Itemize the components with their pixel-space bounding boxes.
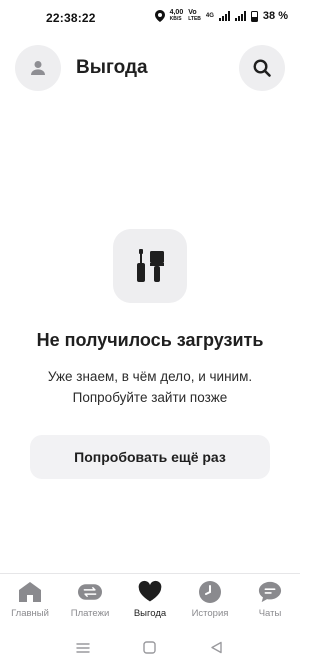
tab-history[interactable]: История [180,574,240,625]
search-button[interactable] [239,45,285,91]
recents-button[interactable] [73,640,93,656]
error-message-line-2: Попробуйте зайти позже [72,390,228,405]
location-icon [154,10,165,22]
retry-button[interactable]: Попробовать ещё раз [30,435,270,479]
signal-icon-2 [234,11,246,21]
home-nav-button[interactable] [140,640,160,656]
volte-bottom: LTEB [188,16,201,22]
back-triangle-icon [211,641,222,654]
system-nav-bar [0,628,300,667]
tab-label: Выгода [133,608,167,619]
page-title: Выгода [76,57,148,78]
network-type-label: 4G [205,13,214,19]
search-icon [253,59,271,77]
network-speed: 4,00 KB/S [169,9,184,22]
tab-home[interactable]: Главный [0,574,60,625]
back-button[interactable] [207,640,227,656]
heart-icon [138,580,162,602]
tab-label: Главный [11,608,49,619]
signal-icon [218,11,230,21]
tab-payments[interactable]: Платежи [60,574,120,625]
tab-benefits[interactable]: Выгода [120,574,180,625]
header: Выгода [0,45,300,91]
battery-icon [250,10,258,22]
volte-indicator: Vo LTEB [188,9,201,22]
error-message: Уже знаем, в чём дело, и чиним. Попробуй… [20,366,280,408]
home-icon [19,582,41,602]
status-time: 22:38:22 [46,11,96,25]
tools-icon [137,249,164,282]
status-icons: 4,00 KB/S Vo LTEB 4G 38 % [154,9,288,22]
square-icon [143,641,157,654]
tab-label: История [191,608,229,619]
avatar[interactable] [15,45,61,91]
speed-unit: KB/S [169,16,182,22]
tab-label: Чаты [258,608,282,619]
bottom-tab-bar: Главный Платежи Выгода История Чаты [0,573,300,625]
tab-label: Платежи [70,608,110,619]
error-message-line-1: Уже знаем, в чём дело, и чиним. [47,369,253,384]
clock-icon [199,581,221,603]
error-illustration [113,229,187,303]
tab-chats[interactable]: Чаты [240,574,300,625]
status-bar: 22:38:22 4,00 KB/S Vo LTEB 4G 38 % [0,0,300,38]
battery-percent: 38 % [262,10,288,22]
error-title: Не получилось загрузить [36,330,264,350]
transfer-icon [78,584,102,600]
user-icon [31,61,45,75]
menu-icon [76,642,91,653]
chat-icon [258,581,282,603]
network-type: 4G [206,13,214,19]
